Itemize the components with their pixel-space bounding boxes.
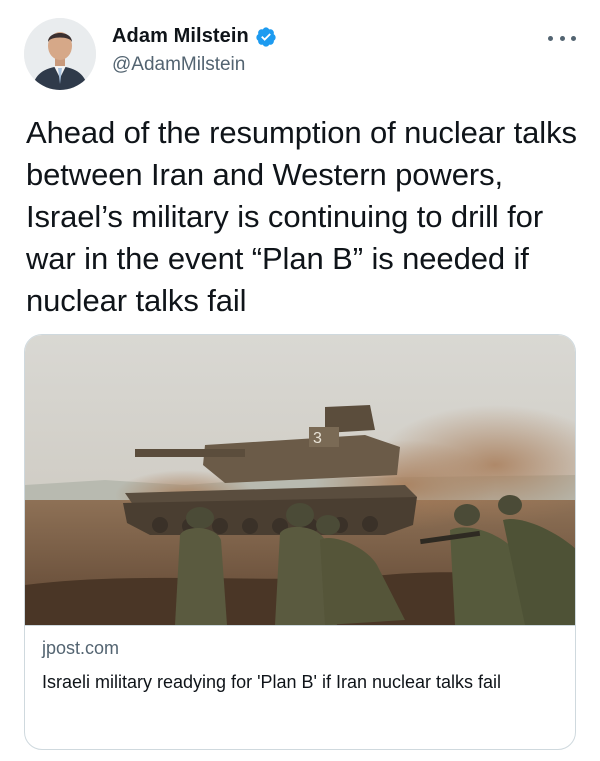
verified-badge-icon	[256, 26, 276, 47]
link-card[interactable]: 3 jpost.com Israeli military readying fo…	[24, 334, 576, 750]
link-card-meta: jpost.com Israeli military readying for …	[25, 625, 575, 749]
link-card-title: Israeli military readying for 'Plan B' i…	[42, 672, 502, 692]
more-dot	[571, 35, 576, 41]
more-dot	[548, 35, 553, 41]
link-card-image: 3	[25, 335, 575, 625]
avatar-photo	[24, 18, 96, 90]
link-card-domain: jpost.com	[42, 638, 120, 658]
author-display-name[interactable]: Adam Milstein	[112, 25, 249, 48]
tank-marking: 3	[313, 430, 322, 447]
author-name-row: Adam Milstein	[112, 25, 277, 48]
avatar[interactable]	[24, 18, 96, 90]
tweet-text: Ahead of the resumption of nuclear talks…	[26, 115, 577, 318]
more-dot	[559, 35, 565, 41]
author-handle[interactable]: @AdamMilstein	[112, 54, 245, 76]
tweet: Adam Milstein @AdamMilstein Ahead of the…	[0, 0, 600, 761]
more-horizontal-icon[interactable]	[548, 28, 576, 48]
